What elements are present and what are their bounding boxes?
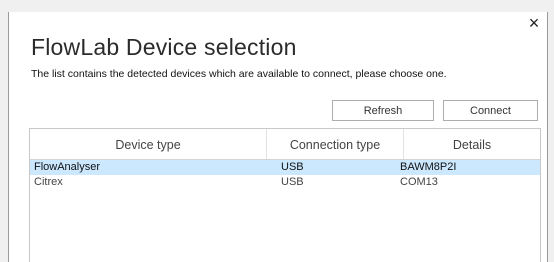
dialog-subtitle: The list contains the detected devices w… — [31, 68, 447, 80]
table-row[interactable]: Citrex USB COM13 — [30, 175, 540, 190]
device-list: Device type Connection type Details Flow… — [29, 128, 541, 262]
device-type-cell: FlowAnalyser — [34, 161, 101, 173]
details-cell: BAWM8P2I — [400, 161, 457, 173]
column-header-connection-type[interactable]: Connection type — [267, 138, 403, 152]
details-cell: COM13 — [400, 176, 438, 188]
device-list-header: Device type Connection type Details — [30, 129, 540, 160]
device-type-cell: Citrex — [34, 176, 63, 188]
connect-button[interactable]: Connect — [443, 100, 538, 121]
column-header-details[interactable]: Details — [404, 138, 540, 152]
device-selection-dialog: × FlowLab Device selection The list cont… — [8, 12, 548, 262]
connection-type-cell: USB — [281, 161, 304, 173]
refresh-button[interactable]: Refresh — [332, 100, 434, 121]
dialog-title: FlowLab Device selection — [31, 34, 297, 60]
close-icon[interactable]: × — [526, 14, 542, 32]
table-row[interactable]: FlowAnalyser USB BAWM8P2I — [30, 160, 540, 175]
column-header-device-type[interactable]: Device type — [30, 138, 266, 152]
connection-type-cell: USB — [281, 176, 304, 188]
